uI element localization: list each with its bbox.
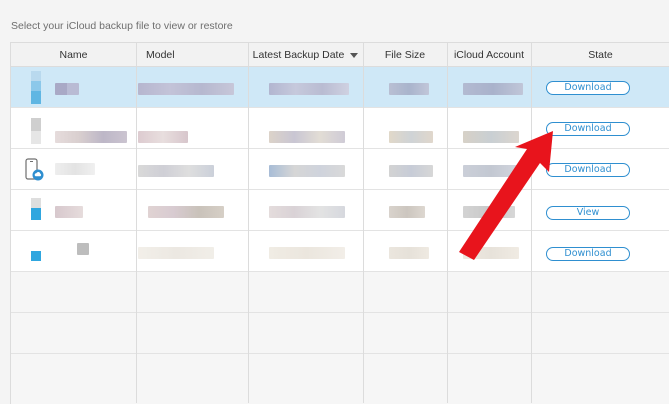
device-thumbnail [31,251,41,261]
state-button-row-3[interactable]: Download [546,163,630,177]
name-blurred [55,83,79,95]
column-divider [447,43,448,403]
col-header-file-size[interactable]: File Size [363,43,447,67]
col-header-latest-backup-date-label: Latest Backup Date [252,49,345,61]
column-divider [136,43,137,403]
backup-row-5[interactable]: Download [11,231,669,272]
size-blurred [389,165,433,177]
account-blurred [463,247,519,259]
date-blurred [269,247,345,259]
iphone-cloud-icon [24,158,46,189]
account-blurred [463,165,519,177]
column-divider [248,43,249,403]
backup-row-4[interactable]: View [11,190,669,231]
account-blurred [463,206,515,218]
state-button-row-1[interactable]: Download [546,81,630,95]
size-blurred [389,83,429,95]
device-thumbnail [31,198,41,220]
model-blurred [138,165,214,177]
state-button-row-2[interactable]: Download [546,122,630,136]
model-blurred [148,206,224,218]
backup-row-3[interactable]: Download [11,149,669,190]
column-divider [363,43,364,403]
date-blurred [269,206,345,218]
date-blurred [269,83,349,95]
name-blurred [55,131,127,143]
col-header-name[interactable]: Name [11,43,136,67]
instruction-text: Select your iCloud backup file to view o… [11,20,233,32]
column-divider [531,43,532,403]
name-blurred [77,243,89,255]
state-button-row-5[interactable]: Download [546,247,630,261]
state-button-row-4[interactable]: View [546,206,630,220]
account-blurred [463,131,519,143]
date-blurred [269,165,345,177]
size-blurred [389,247,429,259]
model-blurred [138,247,214,259]
sort-desc-icon[interactable] [350,52,359,58]
empty-row [11,313,669,354]
backup-table: Name Model Latest Backup Date File Size … [10,42,669,404]
name-blurred [55,163,95,175]
name-blurred [55,206,83,218]
model-blurred [138,131,188,143]
backup-row-2[interactable]: Download [11,108,669,149]
empty-row [11,272,669,313]
empty-row [11,354,669,404]
date-blurred [269,131,345,143]
backup-row-1[interactable]: Download [11,67,669,108]
col-header-model[interactable]: Model [136,43,248,67]
col-header-state[interactable]: State [531,43,669,67]
size-blurred [389,206,425,218]
device-thumbnail [31,118,41,144]
device-thumbnail [31,71,41,104]
table-header: Name Model Latest Backup Date File Size … [11,43,669,67]
account-blurred [463,83,523,95]
size-blurred [389,131,433,143]
col-header-icloud-account[interactable]: iCloud Account [447,43,531,67]
model-blurred [138,83,234,95]
col-header-latest-backup-date[interactable]: Latest Backup Date [248,43,363,67]
